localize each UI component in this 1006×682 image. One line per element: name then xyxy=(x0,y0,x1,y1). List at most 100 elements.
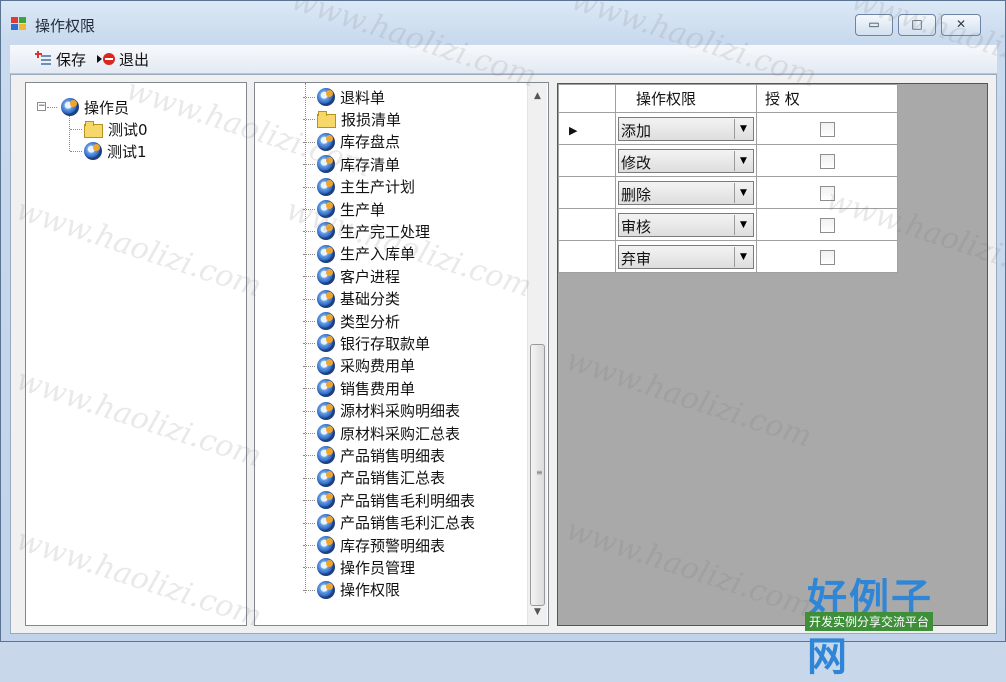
tree-item-label: 产品销售明细表 xyxy=(340,446,446,465)
menu-tree-item[interactable]: 基础分类 xyxy=(317,288,400,310)
menu-tree-item[interactable]: 库存盘点 xyxy=(317,131,400,153)
close-button[interactable]: ✕ xyxy=(941,14,981,36)
tree-item-label: 测试0 xyxy=(108,120,148,139)
chevron-down-icon[interactable]: ▼ xyxy=(734,182,752,203)
tree-item-label: 银行存取款单 xyxy=(340,334,431,353)
save-button[interactable]: 保存 xyxy=(34,49,86,69)
table-row[interactable]: 审核 ▼ xyxy=(558,208,898,241)
menu-tree-item[interactable]: 源材料采购明细表 xyxy=(317,400,460,422)
column-header-grant[interactable]: 授 权 xyxy=(756,84,898,113)
grant-checkbox[interactable] xyxy=(819,153,835,169)
exit-label: 退出 xyxy=(119,50,150,69)
app-window: 操作权限 ▭ □ ✕ 保存 退出 − 操作员 测试0 测试1 ▲ ≡ ▼ 退料单… xyxy=(0,0,1006,680)
menu-tree-item[interactable]: 银行存取款单 xyxy=(317,332,430,354)
collapse-toggle[interactable]: − xyxy=(37,102,46,111)
gear-icon xyxy=(317,200,335,218)
menu-tree-item[interactable]: 产品销售汇总表 xyxy=(317,467,445,489)
tree-child-1[interactable]: 测试1 xyxy=(84,140,147,162)
site-logo: 好例子网 开发实例分享交流平台 xyxy=(805,576,934,680)
gear-icon xyxy=(317,88,335,106)
client-area: − 操作员 测试0 测试1 ▲ ≡ ▼ 退料单 报损清单库存盘点库存清单主生产计划生… xyxy=(10,74,997,634)
menu-tree-item[interactable]: 报损清单 xyxy=(317,108,401,130)
menu-tree-item[interactable]: 库存预警明细表 xyxy=(317,534,445,556)
tree-item-label: 操作权限 xyxy=(340,581,401,600)
tree-root-operators[interactable]: 操作员 xyxy=(61,96,129,118)
menu-tree-item[interactable]: 客户进程 xyxy=(317,265,400,287)
menu-tree-item[interactable]: 采购费用单 xyxy=(317,355,415,377)
table-row[interactable]: 弃审 ▼ xyxy=(558,240,898,273)
tree-item-label: 生产入库单 xyxy=(340,245,416,264)
tree-item-label: 基础分类 xyxy=(340,290,401,309)
menu-tree-item[interactable]: 原材料采购汇总表 xyxy=(317,422,460,444)
row-header[interactable]: ▶ xyxy=(558,112,616,145)
menu-tree-item[interactable]: 产品销售毛利汇总表 xyxy=(317,512,475,534)
chevron-down-icon[interactable]: ▼ xyxy=(734,214,752,235)
gear-icon xyxy=(317,536,335,554)
menu-tree-item[interactable]: 操作员管理 xyxy=(317,556,415,578)
current-row-icon: ▶ xyxy=(569,123,578,137)
grant-checkbox[interactable] xyxy=(819,249,835,265)
tree-item-label: 产品销售汇总表 xyxy=(340,469,446,488)
row-header[interactable] xyxy=(558,176,616,209)
menu-tree-item[interactable]: 退料单 xyxy=(317,86,385,108)
row-header[interactable] xyxy=(558,144,616,177)
menu-tree-item[interactable]: 类型分析 xyxy=(317,310,400,332)
title-bar[interactable]: 操作权限 ▭ □ ✕ xyxy=(1,1,1005,45)
menu-tree-item[interactable]: 销售费用单 xyxy=(317,377,415,399)
row-header[interactable] xyxy=(558,240,616,273)
scroll-up-icon[interactable]: ▲ xyxy=(528,87,547,105)
permission-select[interactable]: 弃审 ▼ xyxy=(618,244,754,269)
tree-item-label: 主生产计划 xyxy=(340,178,416,197)
menu-tree-item[interactable]: 库存清单 xyxy=(317,153,400,175)
permission-select[interactable]: 审核 ▼ xyxy=(618,212,754,237)
gear-icon xyxy=(317,356,335,375)
minimize-icon: ▭ xyxy=(868,17,880,31)
chevron-down-icon[interactable]: ▼ xyxy=(734,150,752,171)
tree-item-label: 生产完工处理 xyxy=(340,222,431,241)
maximize-button[interactable]: □ xyxy=(898,14,936,36)
tree-child-0[interactable]: 测试0 xyxy=(84,118,148,140)
column-header-permission[interactable]: 操作权限 xyxy=(615,84,757,113)
row-header[interactable] xyxy=(558,208,616,241)
menu-tree-item[interactable]: 主生产计划 xyxy=(317,176,415,198)
table-row[interactable]: 删除 ▼ xyxy=(558,176,898,209)
table-row[interactable]: ▶ 添加 ▼ xyxy=(558,112,898,145)
grant-checkbox[interactable] xyxy=(819,185,835,201)
menu-tree-item[interactable]: 生产单 xyxy=(317,198,385,220)
scroll-thumb[interactable]: ≡ xyxy=(530,344,545,606)
menu-tree[interactable]: ▲ ≡ ▼ 退料单 报损清单库存盘点库存清单主生产计划生产单生产完工处理 生产入库单… xyxy=(254,82,549,626)
vertical-scrollbar[interactable]: ▲ ≡ ▼ xyxy=(527,83,547,625)
gear-icon xyxy=(317,132,335,151)
menu-tree-item[interactable]: 生产入库单 xyxy=(317,243,415,265)
gear-icon xyxy=(61,98,79,116)
gear-icon xyxy=(317,491,335,510)
permission-value: 修改 xyxy=(621,153,652,172)
role-tree[interactable]: − 操作员 测试0 测试1 xyxy=(25,82,247,626)
window-title: 操作权限 xyxy=(35,17,96,35)
menu-tree-item[interactable]: 生产完工处理 xyxy=(317,220,430,242)
grant-checkbox[interactable] xyxy=(819,121,835,137)
tree-item-label: 生产单 xyxy=(340,200,386,219)
permission-select[interactable]: 修改 ▼ xyxy=(618,148,754,173)
exit-button[interactable]: 退出 xyxy=(97,49,149,69)
tree-item-label: 库存清单 xyxy=(340,155,401,174)
chevron-down-icon[interactable]: ▼ xyxy=(734,246,752,267)
tree-item-label: 采购费用单 xyxy=(340,357,416,376)
row-header-corner xyxy=(558,84,616,113)
save-icon xyxy=(34,50,52,68)
menu-tree-item[interactable]: 产品销售毛利明细表 xyxy=(317,489,475,511)
minimize-button[interactable]: ▭ xyxy=(855,14,893,36)
tree-item-label: 库存盘点 xyxy=(340,133,401,152)
save-label: 保存 xyxy=(56,50,87,69)
gear-icon xyxy=(317,468,335,487)
permission-select[interactable]: 删除 ▼ xyxy=(618,180,754,205)
tree-guide xyxy=(305,83,306,593)
gear-icon xyxy=(317,558,335,577)
grant-checkbox[interactable] xyxy=(819,217,835,233)
scroll-down-icon[interactable]: ▼ xyxy=(528,603,547,621)
table-row[interactable]: 修改 ▼ xyxy=(558,144,898,177)
menu-tree-item[interactable]: 产品销售明细表 xyxy=(317,444,445,466)
chevron-down-icon[interactable]: ▼ xyxy=(734,118,752,139)
permission-select[interactable]: 添加 ▼ xyxy=(618,116,754,141)
menu-tree-item[interactable]: 操作权限 xyxy=(317,579,400,601)
